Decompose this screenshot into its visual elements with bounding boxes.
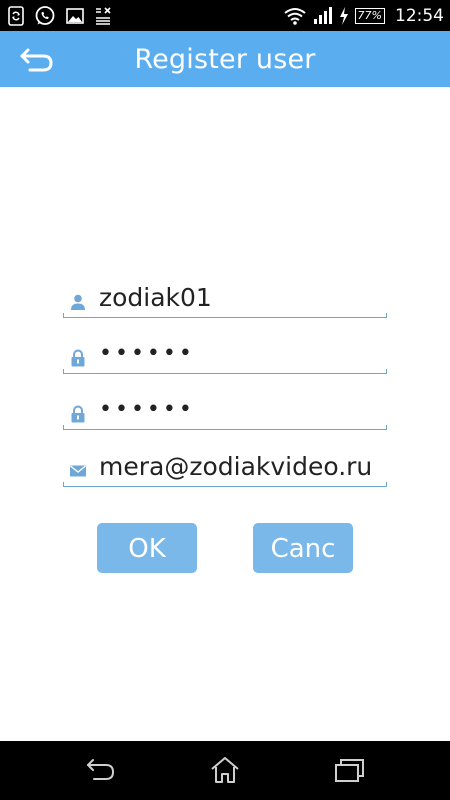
email-input[interactable]: mera@zodiakvideo.ru: [99, 450, 385, 484]
lock-icon: [71, 349, 85, 367]
sync-icon: [8, 6, 24, 26]
nav-recent-apps-button[interactable]: [333, 755, 367, 785]
gallery-icon: [66, 7, 84, 25]
notification-icons: [8, 5, 112, 27]
cancel-button[interactable]: Canc: [253, 523, 353, 573]
nav-recent-icon: [335, 759, 364, 782]
system-status-icons: 77% 12:54: [283, 3, 444, 29]
confirm-password-field: [63, 393, 387, 430]
whatsapp-icon: [34, 5, 56, 27]
lock-icon: [71, 405, 85, 423]
navigation-bar: [0, 741, 450, 800]
signal-icon: [313, 7, 333, 25]
nav-home-button[interactable]: [208, 755, 242, 785]
password-field: [63, 337, 387, 374]
wifi-icon: [283, 7, 307, 25]
nav-home-icon: [211, 757, 239, 783]
register-user-screen: 77% 12:54 Register user zodiak01 •••••• …: [0, 0, 450, 800]
confirm-password-input[interactable]: [99, 393, 385, 427]
email-field: mera@zodiakvideo.ru: [63, 450, 387, 487]
email-value: mera@zodiakvideo.ru: [99, 452, 373, 481]
battery-level: 77%: [354, 8, 385, 24]
nav-back-button[interactable]: [84, 755, 118, 785]
status-bar: 77% 12:54: [0, 0, 450, 31]
clock: 12:54: [395, 6, 444, 26]
nav-back-icon: [87, 759, 115, 780]
charging-icon: [339, 7, 349, 25]
username-field: [63, 281, 387, 318]
password-input[interactable]: [99, 337, 385, 371]
title-bar: Register user: [0, 31, 450, 87]
notes-icon: [94, 6, 112, 26]
user-icon: [71, 294, 85, 310]
username-input[interactable]: [99, 281, 385, 315]
mail-icon: [70, 465, 86, 477]
ok-button[interactable]: OK: [97, 523, 197, 573]
page-title: Register user: [134, 44, 316, 75]
